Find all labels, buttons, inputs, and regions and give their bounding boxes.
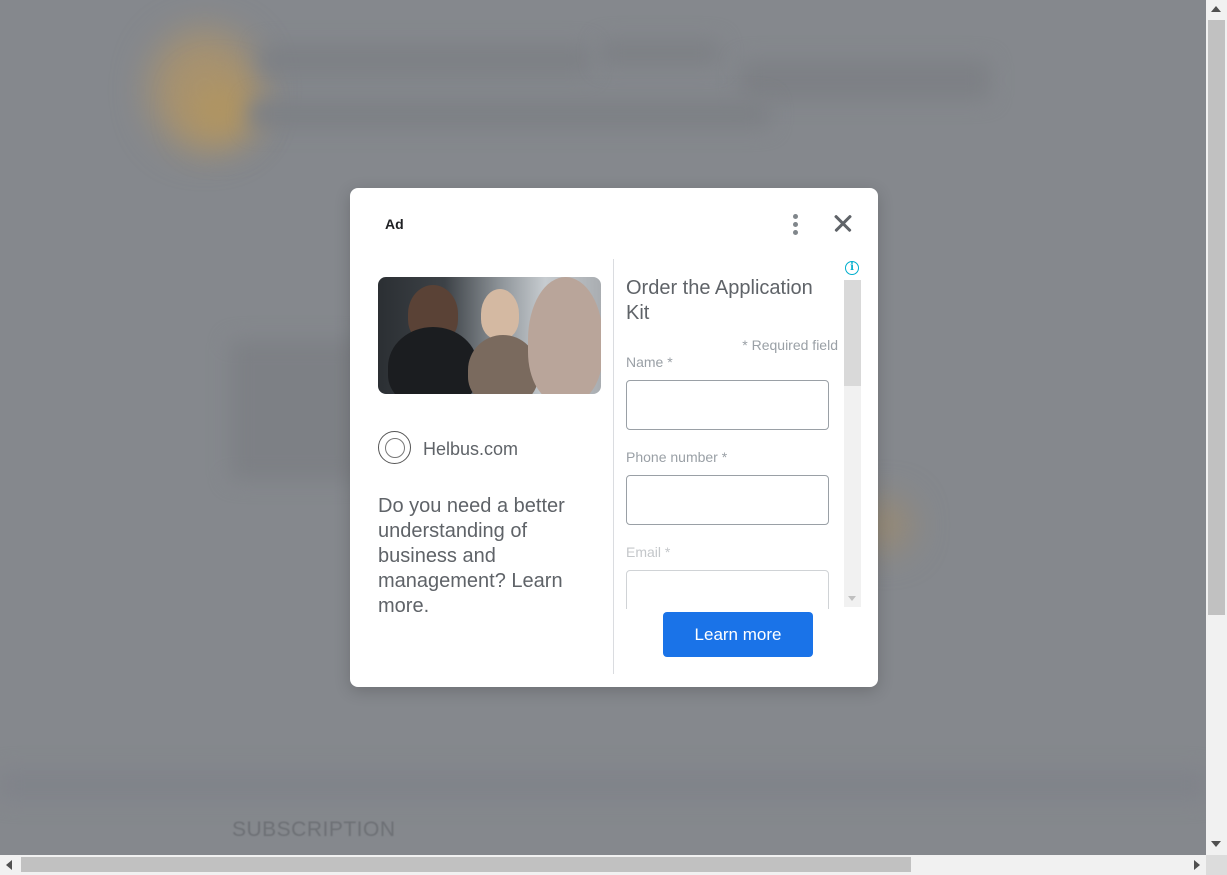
phone-field-label: Phone number * [626, 449, 728, 465]
vertical-scrollbar[interactable] [1206, 0, 1227, 855]
ad-image[interactable] [378, 277, 601, 394]
scroll-left-arrow-icon[interactable] [6, 860, 12, 870]
form-scroll-thumb[interactable] [844, 280, 861, 386]
background-content-block [230, 340, 360, 480]
required-field-note: * Required field [742, 337, 838, 353]
ad-image-person [481, 289, 519, 339]
ad-label: Ad [385, 216, 404, 232]
ad-headline[interactable]: Do you need a better understanding of bu… [378, 494, 583, 619]
advertiser-name[interactable]: Helbus.com [423, 439, 518, 460]
scroll-right-arrow-icon[interactable] [1194, 860, 1200, 870]
horizontal-scrollbar[interactable] [0, 855, 1206, 875]
close-icon[interactable] [831, 212, 855, 236]
column-divider [613, 259, 614, 674]
background-footer-band [0, 770, 1206, 800]
form-title: Order the Application Kit [626, 277, 813, 324]
scroll-up-arrow-icon[interactable] [1211, 6, 1221, 12]
name-field-label: Name * [626, 354, 673, 370]
scrollbar-corner [1206, 855, 1227, 875]
form-scrollbar[interactable] [844, 280, 861, 607]
ad-modal: Ad Helbus.com Do you need a better under… [350, 188, 878, 687]
learn-more-button[interactable]: Learn more [663, 612, 813, 657]
background-subscription-heading: SUBSCRIPTION [232, 818, 396, 841]
advertiser-logo-icon [378, 431, 411, 464]
email-field-label: Email * [626, 544, 671, 560]
ad-image-person [388, 327, 478, 394]
background-logo-blob [190, 80, 250, 140]
vertical-scroll-thumb[interactable] [1208, 20, 1225, 615]
scroll-down-arrow-icon[interactable] [1211, 841, 1221, 847]
horizontal-scroll-thumb[interactable] [21, 857, 911, 872]
ad-image-person [528, 277, 601, 394]
phone-input[interactable] [626, 475, 829, 525]
background-header-text [600, 40, 720, 66]
vertical-dots-icon[interactable] [786, 212, 804, 236]
email-input[interactable] [626, 570, 829, 609]
background-header-text [740, 60, 990, 100]
name-input[interactable] [626, 380, 829, 430]
lead-form: Order the Application Kit * Required fie… [626, 259, 862, 609]
form-scroll-down-icon[interactable] [848, 596, 856, 601]
background-header-text [250, 100, 770, 128]
background-header-text [260, 45, 590, 75]
